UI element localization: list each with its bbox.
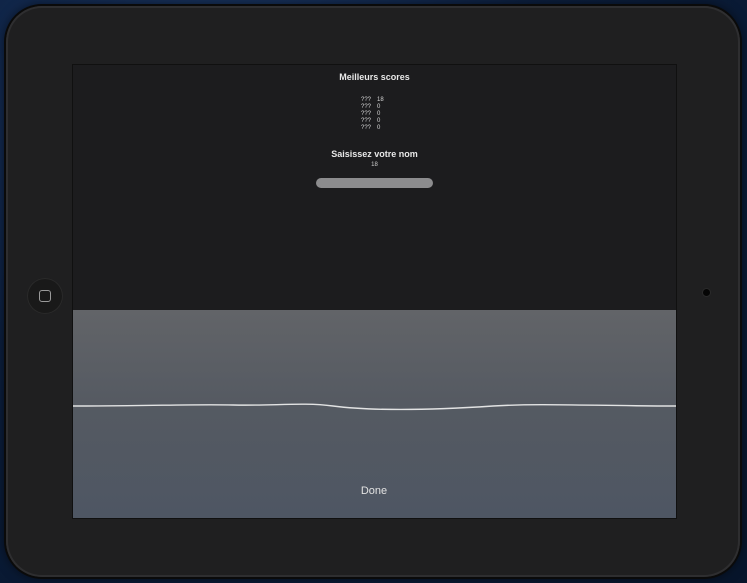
score-value: 0 bbox=[377, 111, 381, 117]
camera-icon bbox=[703, 289, 710, 296]
keyboard-divider bbox=[73, 403, 676, 411]
score-row: ??? 0 bbox=[359, 111, 399, 118]
score-row: ??? 18 bbox=[359, 97, 399, 104]
score-row: ??? 0 bbox=[359, 125, 399, 132]
home-square-icon bbox=[39, 290, 51, 302]
score-value: 18 bbox=[377, 97, 384, 103]
name-input[interactable] bbox=[316, 178, 433, 188]
score-name: ??? bbox=[360, 111, 371, 117]
high-scores-title: Meilleurs scores bbox=[339, 72, 410, 82]
enter-name-prompt: Saisissez votre nom bbox=[331, 149, 418, 159]
done-button[interactable]: Done bbox=[343, 482, 405, 500]
score-value: 0 bbox=[377, 104, 381, 110]
home-button[interactable] bbox=[27, 278, 63, 314]
score-row: ??? 0 bbox=[359, 104, 399, 111]
app-screen: Meilleurs scores ??? 18 ??? 0 ??? 0 ??? … bbox=[73, 65, 676, 518]
keyboard-panel: Done bbox=[73, 310, 676, 518]
current-score: 18 bbox=[371, 162, 378, 168]
high-scores-list: ??? 18 ??? 0 ??? 0 ??? 0 ??? 0 bbox=[359, 97, 399, 132]
score-name: ??? bbox=[360, 104, 371, 110]
score-value: 0 bbox=[377, 118, 381, 124]
score-name: ??? bbox=[360, 97, 371, 103]
score-value: 0 bbox=[377, 125, 381, 131]
score-name: ??? bbox=[360, 125, 371, 131]
score-row: ??? 0 bbox=[359, 118, 399, 125]
score-name: ??? bbox=[360, 118, 371, 124]
